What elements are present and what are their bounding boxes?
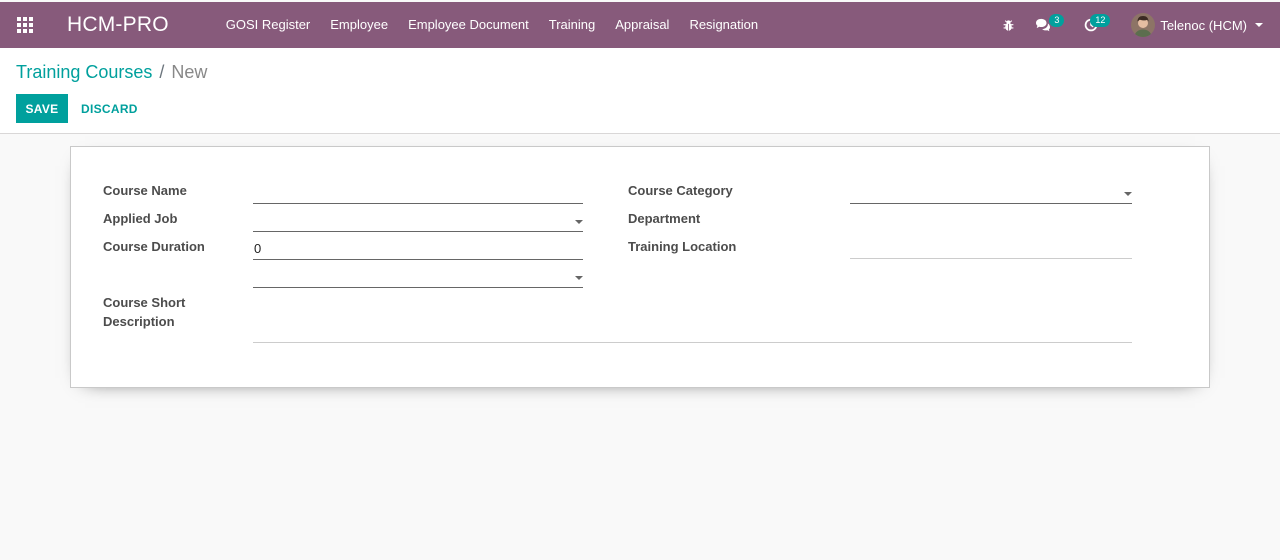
chevron-down-icon bbox=[575, 276, 583, 280]
menu-item-employee[interactable]: Employee bbox=[320, 2, 398, 48]
department-label: Department bbox=[628, 211, 701, 226]
applied-job-select[interactable] bbox=[253, 212, 583, 232]
menu-item-employee-document[interactable]: Employee Document bbox=[398, 2, 539, 48]
menu-item-gosi-register[interactable]: GOSI Register bbox=[216, 2, 321, 48]
menu-item-resignation[interactable]: Resignation bbox=[679, 2, 768, 48]
course-short-description-label: Course Short Description bbox=[103, 293, 185, 331]
course-duration-label: Course Duration bbox=[103, 239, 205, 254]
course-name-label: Course Name bbox=[103, 183, 187, 198]
breadcrumb-current: New bbox=[171, 62, 208, 82]
course-short-description-label-line2: Description bbox=[103, 314, 175, 329]
chevron-down-icon bbox=[575, 220, 583, 224]
duration-unit-select[interactable] bbox=[253, 268, 583, 288]
systray: 3 12 Telenoc (HCM) bbox=[991, 2, 1280, 48]
course-duration-input[interactable]: 0 bbox=[253, 240, 583, 260]
course-category-select[interactable] bbox=[850, 184, 1132, 204]
course-short-description-input[interactable] bbox=[253, 323, 1132, 343]
chevron-down-icon bbox=[1255, 23, 1263, 27]
course-short-description-label-line1: Course Short bbox=[103, 295, 186, 310]
course-name-input[interactable] bbox=[253, 184, 583, 204]
chevron-down-icon bbox=[1124, 192, 1132, 196]
debug-bug-icon[interactable] bbox=[991, 2, 1025, 48]
applied-job-label: Applied Job bbox=[103, 211, 178, 226]
training-location-input[interactable] bbox=[850, 239, 1132, 259]
apps-grid-icon bbox=[17, 17, 33, 33]
save-button[interactable]: SAVE bbox=[16, 94, 68, 123]
activities-count-badge: 12 bbox=[1090, 14, 1111, 27]
menu-item-training[interactable]: Training bbox=[539, 2, 605, 48]
activities-button[interactable]: 12 bbox=[1073, 2, 1129, 48]
breadcrumb-separator: / bbox=[159, 62, 165, 82]
menu-item-appraisal[interactable]: Appraisal bbox=[605, 2, 679, 48]
discard-button[interactable]: DISCARD bbox=[76, 94, 143, 123]
breadcrumb-training-courses[interactable]: Training Courses bbox=[16, 62, 152, 83]
user-name: Telenoc (HCM) bbox=[1160, 17, 1247, 33]
user-menu[interactable]: Telenoc (HCM) bbox=[1131, 2, 1263, 48]
control-panel: Training Courses / New SAVE DISCARD bbox=[0, 48, 1280, 134]
course-category-label: Course Category bbox=[628, 183, 733, 198]
messages-count-badge: 3 bbox=[1049, 14, 1065, 27]
main-menu: GOSI Register Employee Employee Document… bbox=[216, 2, 768, 48]
training-location-label: Training Location bbox=[628, 239, 737, 254]
top-navbar: HCM-PRO GOSI Register Employee Employee … bbox=[0, 2, 1280, 48]
breadcrumb: Training Courses / New bbox=[16, 62, 207, 83]
messages-button[interactable]: 3 bbox=[1025, 2, 1073, 48]
avatar bbox=[1131, 13, 1156, 37]
app-brand[interactable]: HCM-PRO bbox=[67, 13, 169, 37]
form-sheet: Course Name Applied Job Course Duration … bbox=[70, 146, 1210, 388]
apps-menu-button[interactable] bbox=[0, 2, 50, 48]
